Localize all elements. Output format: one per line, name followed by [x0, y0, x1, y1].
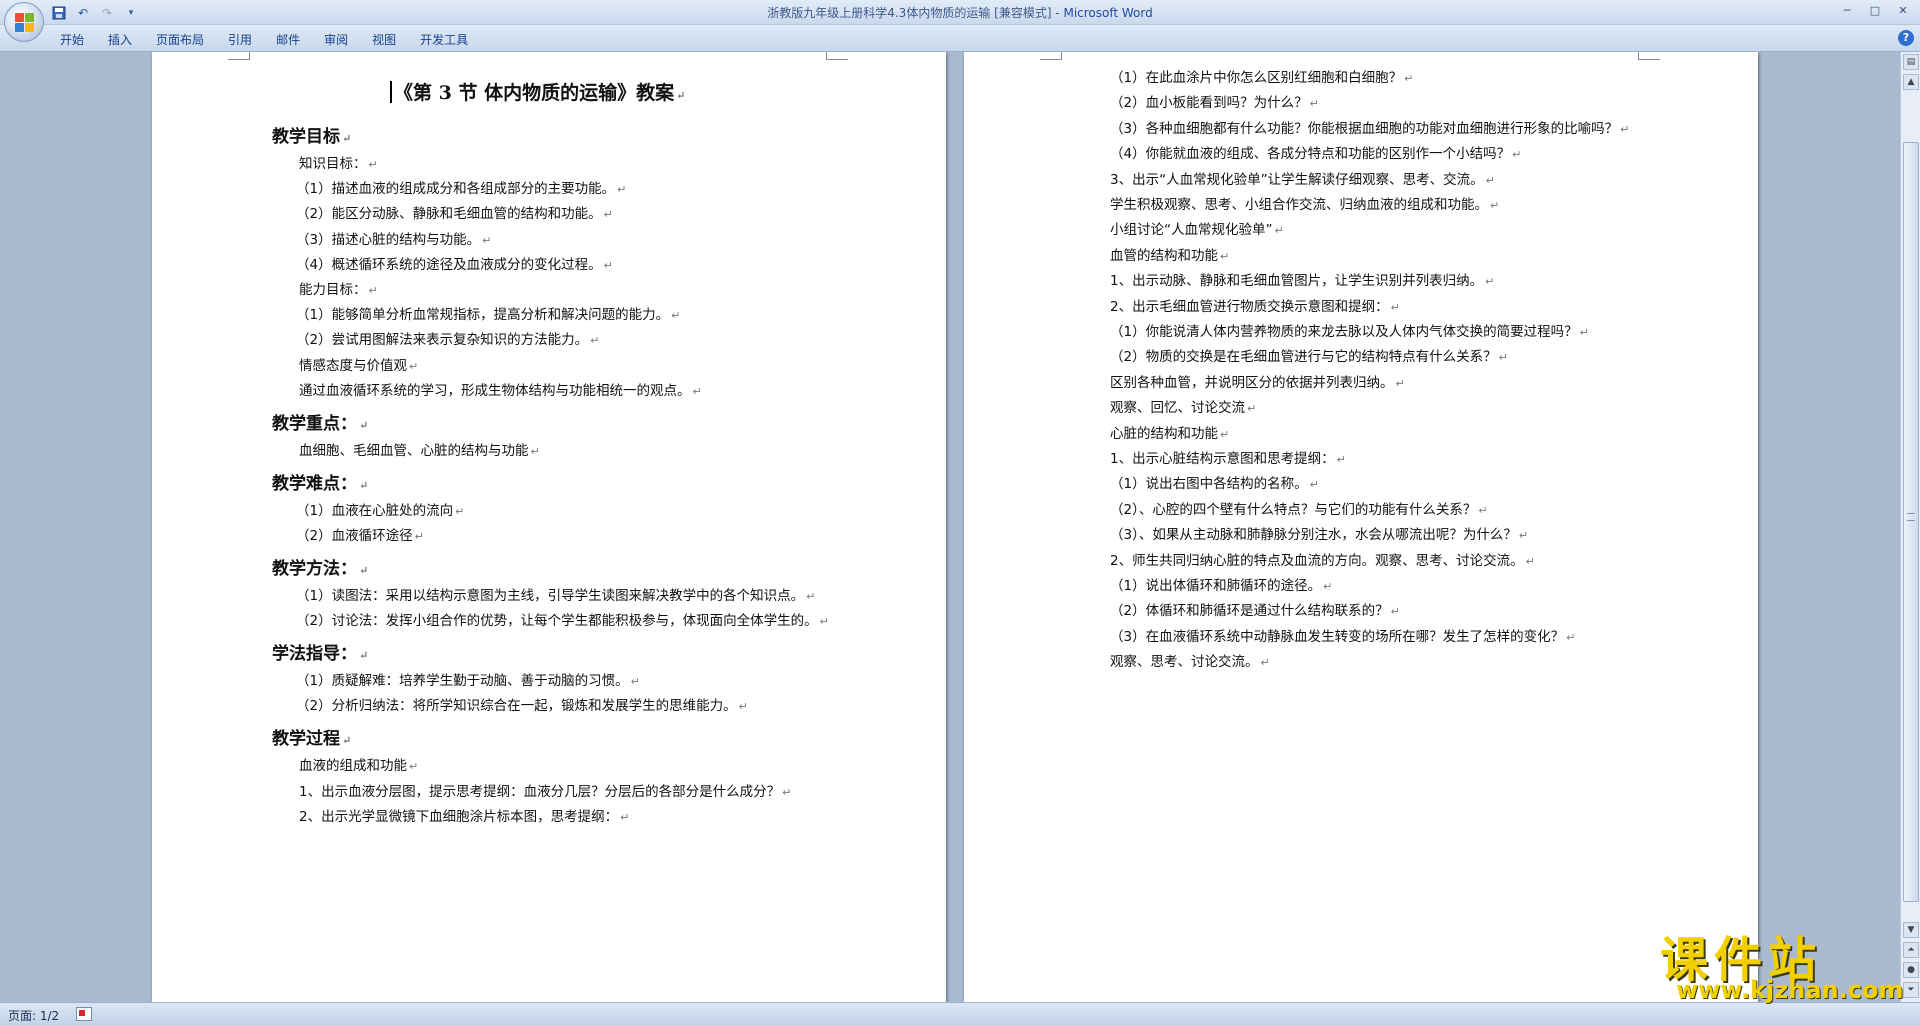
paragraph: 能力目标： ↵ — [299, 282, 378, 298]
ribbon-tab[interactable]: 审阅 — [312, 29, 360, 50]
help-icon[interactable]: ? — [1898, 30, 1914, 46]
paragraph: 心脏的结构和功能 ↵ — [1110, 425, 1230, 442]
paragraph: 1、出示心脏结构示意图和思考提纲： ↵ — [1110, 451, 1346, 467]
ribbon-tabs: 开始 插入 页面布局 引用 邮件 审阅 视图 开发工具 — [48, 29, 480, 50]
paragraph: （1）你能说清人体内营养物质的来龙去脉以及人体内气体交换的简要过程吗？ ↵ — [1110, 324, 1589, 340]
paragraph: 学生积极观察、思考、小组合作交流、归纳血液的组成和功能。 ↵ — [1110, 197, 1500, 213]
vertical-scrollbar[interactable]: ▤ ▲ ▼ ⏶ ● ⏷ — [1900, 52, 1920, 1002]
document-area: 《第 3 节 体内物质的运输》教案 ↵ 教学目标 ↵ 知识目标： ↵ （1）描述血液的组成… — [0, 52, 1900, 1002]
paragraph: 观察、思考、讨论交流。 ↵ — [1110, 654, 1270, 671]
page-indicator[interactable]: 页面: 1/2 — [8, 1007, 59, 1024]
paragraph: （2）分析归纳法：将所学知识综合在一起，锻炼和发展学生的思维能力。 ↵ — [296, 698, 748, 715]
section-heading: 教学目标 ↵ — [272, 127, 352, 147]
title-bar: ↶ ↷ ▾ 浙教版九年级上册科学4.3体内物质的运输 [兼容模式] - Micr… — [0, 0, 1920, 25]
crop-mark — [1040, 52, 1062, 60]
paragraph: （1）说出体循环和肺循环的途径。 ↵ — [1110, 578, 1333, 594]
paragraph: （1）描述血液的组成成分和各组成部分的主要功能。 ↵ — [296, 181, 627, 198]
paragraph: （2）物质的交换是在毛细血管进行与它的结构特点有什么关系？ ↵ — [1110, 349, 1508, 366]
ribbon-tab[interactable]: 引用 — [216, 29, 264, 50]
page-2[interactable]: （1）在此血涂片中你怎么区别红细胞和白细胞？ ↵ （2）血小板能看到吗？为什么？ ↵ （… — [964, 52, 1758, 1002]
paragraph: 血细胞、毛细血管、心脏的结构与功能 ↵ — [299, 442, 540, 459]
paragraph: （1）质疑解难：培养学生勤于动脑、善于动脑的习惯。 ↵ — [296, 673, 640, 690]
office-button[interactable] — [4, 2, 44, 42]
window-title: 浙教版九年级上册科学4.3体内物质的运输 [兼容模式] - Microsoft … — [767, 6, 1153, 20]
paragraph: 3、出示“人血常规化验单”让学生解读仔细观察、思考、交流。 ↵ — [1110, 171, 1495, 188]
window-controls: ─ □ ✕ — [1834, 2, 1916, 20]
paragraph: （4）概述循环系统的途径及血液成分的变化过程。 ↵ — [296, 256, 613, 273]
paragraph: 血管的结构和功能 ↵ — [1110, 247, 1230, 264]
crop-mark — [826, 52, 848, 60]
scroll-grip-icon — [1907, 513, 1915, 521]
paragraph: （2）体循环和肺循环是通过什么结构联系的？ ↵ — [1110, 603, 1400, 620]
watermark-url: www.kjzhan.com — [1676, 976, 1904, 1004]
ribbon-tab[interactable]: 页面布局 — [144, 29, 216, 50]
paragraph: （3）描述心脏的结构与功能。 ↵ — [296, 231, 492, 248]
ribbon-tab[interactable]: 开始 — [48, 29, 96, 50]
paragraph: （2）讨论法：发挥小组合作的优势，让每个学生都能积极参与，体现面向全体学生的。 ↵ — [296, 613, 829, 630]
paragraph: （1）血液在心脏处的流向 ↵ — [296, 502, 465, 519]
ruler-toggle-icon[interactable]: ▤ — [1903, 54, 1919, 70]
paragraph: （4）你能就血液的组成、各成分特点和功能的区别作一个小结吗？ ↵ — [1110, 146, 1522, 163]
section-heading: 教学方法： ↵ — [272, 559, 369, 579]
paragraph: （2）能区分动脉、静脉和毛细血管的结构和功能。 ↵ — [296, 206, 613, 223]
paragraph: 观察、回忆、讨论交流 ↵ — [1110, 400, 1257, 417]
page-1[interactable]: 《第 3 节 体内物质的运输》教案 ↵ 教学目标 ↵ 知识目标： ↵ （1）描述血液的组成… — [152, 52, 946, 1002]
section-heading: 教学重点： ↵ — [272, 413, 369, 434]
paragraph: （1）读图法：采用以结构示意图为主线，引导学生读图来解决教学中的各个知识点。 ↵ — [296, 588, 816, 604]
scrollbar-thumb[interactable] — [1903, 142, 1919, 902]
section-heading: 教学难点： ↵ — [272, 473, 369, 494]
paragraph: 1、出示血液分层图，提示思考提纲：血液分几层？分层后的各部分是什么成分？ ↵ — [299, 783, 792, 800]
paragraph: （2）血液循环途径 ↵ — [296, 528, 424, 544]
paragraph: （1）说出右图中各结构的名称。 ↵ — [1110, 476, 1319, 493]
ribbon-tab[interactable]: 视图 — [360, 29, 408, 50]
paragraph: 2、出示光学显微镜下血细胞涂片标本图，思考提纲： ↵ — [299, 808, 630, 825]
ribbon-tab[interactable]: 邮件 — [264, 29, 312, 50]
paragraph: 2、师生共同归纳心脏的特点及血流的方向。观察、思考、讨论交流。 ↵ — [1110, 552, 1535, 569]
paragraph: 知识目标： ↵ — [299, 156, 378, 172]
proofing-icon[interactable] — [76, 1007, 92, 1021]
scroll-up-icon[interactable]: ▲ — [1903, 74, 1919, 90]
crop-mark — [1638, 52, 1660, 60]
section-heading: 学法指导： ↵ — [272, 644, 369, 665]
paragraph: （3）、如果从主动脉和肺静脉分别注水，水会从哪流出呢？为什么？ ↵ — [1110, 527, 1529, 544]
crop-mark — [228, 52, 250, 60]
paragraph: （1）能够简单分析血常规指标，提高分析和解决问题的能力。 ↵ — [296, 307, 681, 324]
ribbon: 开始 插入 页面布局 引用 邮件 审阅 视图 开发工具 ? — [0, 25, 1920, 52]
paragraph: （1）在此血涂片中你怎么区别红细胞和白细胞？ ↵ — [1110, 70, 1414, 86]
paragraph: （2）血小板能看到吗？为什么？ ↵ — [1110, 95, 1319, 112]
paragraph: 情感态度与价值观 ↵ — [299, 357, 419, 374]
ribbon-tab[interactable]: 插入 — [96, 29, 144, 50]
document-title: 《第 3 节 体内物质的运输》教案 ↵ — [390, 78, 685, 105]
ribbon-tab[interactable]: 开发工具 — [408, 29, 480, 50]
office-logo-icon — [15, 13, 35, 33]
paragraph: （3）在血液循环系统中动静脉血发生转变的场所在哪？发生了怎样的变化？ ↵ — [1110, 628, 1576, 645]
maximize-icon[interactable]: □ — [1862, 2, 1888, 20]
paragraph: （2）、心腔的四个壁有什么特点？与它们的功能有什么关系？ ↵ — [1110, 501, 1488, 518]
paragraph: 区别各种血管，并说明区分的依据并列表归纳。 ↵ — [1110, 374, 1405, 391]
paragraph: 2、出示毛细血管进行物质交换示意图和提纲： ↵ — [1110, 298, 1400, 315]
paragraph: （2）尝试用图解法来表示复杂知识的方法能力。 ↵ — [296, 332, 600, 349]
text-cursor — [390, 81, 392, 103]
watermark-logo: 课件站 www.kjzhan.com — [1660, 920, 1910, 1004]
minimize-icon[interactable]: ─ — [1834, 2, 1860, 20]
paragraph: 通过血液循环系统的学习，形成生物体结构与功能相统一的观点。 ↵ — [299, 382, 702, 399]
paragraph: 1、出示动脉、静脉和毛细血管图片，让学生识别并列表归纳。 ↵ — [1110, 273, 1495, 290]
paragraph: （3）各种血细胞都有什么功能？你能根据血细胞的功能对血细胞进行形象的比喻吗？ ↵ — [1110, 120, 1630, 137]
paragraph: 小组讨论“人血常规化验单” ↵ — [1110, 222, 1284, 239]
section-heading: 教学过程 ↵ — [272, 729, 352, 750]
status-bar: 页面: 1/2 — [0, 1002, 1920, 1025]
close-icon[interactable]: ✕ — [1890, 2, 1916, 20]
paragraph: 血液的组成和功能 ↵ — [299, 758, 419, 775]
